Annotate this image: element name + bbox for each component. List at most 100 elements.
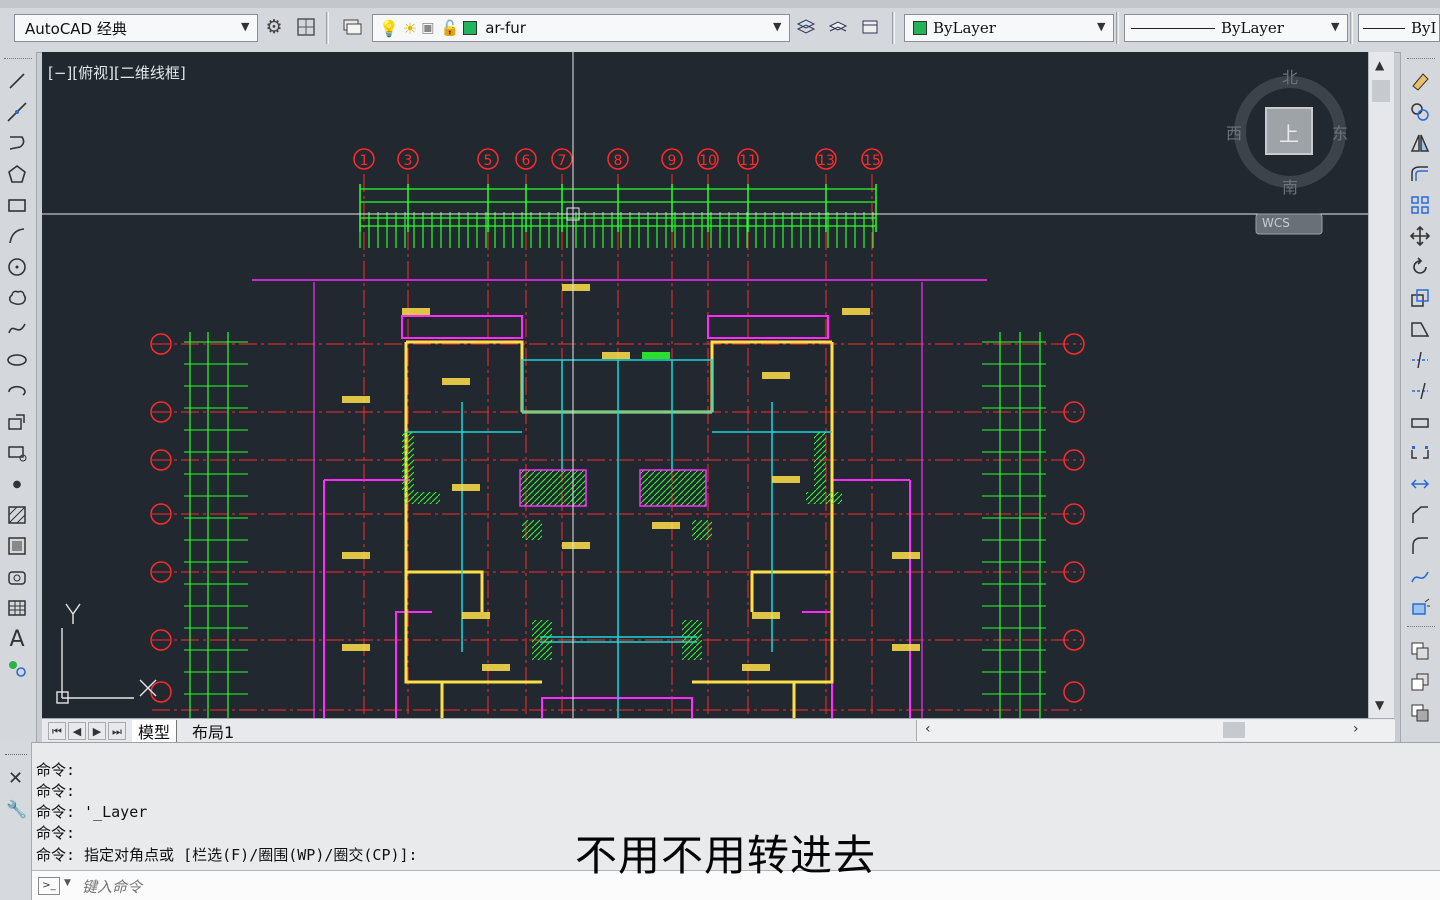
eraser-icon [1412, 73, 1429, 91]
viewcube-west[interactable]: 西 [1226, 120, 1242, 144]
lineweight-select[interactable]: ByI [1358, 14, 1440, 42]
region-button[interactable] [4, 564, 30, 590]
draw-order-button[interactable] [1407, 638, 1433, 664]
make-block-button[interactable] [4, 440, 30, 466]
tab-navigation: ⏮ ◀ ▶ ⏭ [48, 722, 128, 740]
axis-bubble-label: 5 [484, 153, 493, 169]
blend-curves-button[interactable] [1407, 564, 1433, 590]
rectangle-button[interactable] [4, 192, 30, 218]
add-selected-button[interactable] [4, 655, 30, 681]
scrollbar-thumb[interactable] [1372, 80, 1390, 102]
color-select[interactable]: ByLayer ▼ [904, 14, 1114, 42]
viewcube-top-face[interactable]: 上 [1279, 118, 1299, 147]
mirror-button[interactable] [1407, 130, 1433, 156]
layer-select[interactable]: 💡 ☀ ▣ 🔓 ar-fur ▼ [372, 14, 790, 42]
axis-bubble-label: 1 [360, 153, 369, 169]
make-current-button[interactable] [794, 15, 818, 39]
ellipse-button[interactable] [4, 347, 30, 373]
gradient-icon [8, 537, 26, 555]
tab-model[interactable]: 模型 [132, 720, 178, 742]
circle-button[interactable] [4, 254, 30, 280]
linetype-select[interactable]: ByLayer ▼ [1124, 14, 1348, 42]
send-to-back-button[interactable] [1407, 700, 1433, 726]
scroll-down-icon[interactable]: ▼ [1375, 698, 1384, 712]
scroll-left-icon[interactable]: ‹ [925, 721, 931, 737]
arc-icon [9, 228, 25, 244]
scroll-up-icon[interactable]: ▲ [1375, 58, 1384, 72]
ucs-icon [56, 603, 157, 704]
break-icon [1411, 446, 1429, 459]
construction-line-button[interactable] [4, 99, 30, 125]
arc-button[interactable] [4, 223, 30, 249]
copy-button[interactable] [1407, 99, 1433, 125]
first-tab-icon[interactable]: ⏮ [48, 722, 66, 740]
customize-button[interactable] [294, 15, 318, 39]
layer-state-button[interactable] [858, 15, 882, 39]
chevron-down-icon[interactable]: ▼ [64, 878, 71, 888]
insert-block-button[interactable] [4, 409, 30, 435]
circle-icon [8, 258, 26, 276]
viewcube-north[interactable]: 北 [1282, 64, 1298, 88]
mirror-icon [1410, 134, 1430, 152]
workspace-settings-button[interactable]: ⚙ [262, 15, 286, 39]
close-icon[interactable]: ✕ [8, 768, 23, 789]
toolbar-grip [5, 754, 27, 758]
line-button[interactable] [4, 68, 30, 94]
drawing-canvas[interactable]: 1 3 5 6 7 8 9 10 11 13 15 北 南 东 西 上 WCS [42, 52, 1368, 718]
layer-manager-button[interactable] [340, 15, 364, 39]
join-button[interactable] [1407, 471, 1433, 497]
extend-button[interactable] [1407, 378, 1433, 404]
toolbar-grip [1407, 626, 1435, 630]
revision-cloud-button[interactable] [4, 285, 30, 311]
wcs-menu[interactable]: WCS [1262, 216, 1290, 230]
viewport-controls-label[interactable]: [−][俯视][二维线框] [48, 62, 186, 83]
table-button[interactable] [4, 595, 30, 621]
chamfer-button[interactable] [1407, 502, 1433, 528]
multiline-text-button[interactable]: A [4, 626, 30, 652]
command-prompt-icon[interactable]: >_ [38, 877, 60, 895]
axis-lines [152, 343, 1082, 711]
ellipse-arc-button[interactable] [4, 378, 30, 404]
break-at-point-button[interactable] [1407, 409, 1433, 435]
gradient-button[interactable] [4, 533, 30, 559]
next-tab-icon[interactable]: ▶ [88, 722, 106, 740]
erase-button[interactable] [1407, 68, 1433, 94]
fillet-button[interactable] [1407, 533, 1433, 559]
break-button[interactable] [1407, 440, 1433, 466]
annotation-mark [642, 352, 670, 359]
layer-previous-button[interactable] [826, 15, 850, 39]
point-button[interactable]: ● [4, 471, 30, 497]
offset-button[interactable] [1407, 161, 1433, 187]
lightbulb-icon: 💡 [379, 18, 399, 38]
annotation-mark [892, 552, 920, 559]
previous-tab-icon[interactable]: ◀ [68, 722, 86, 740]
stretch-button[interactable] [1407, 316, 1433, 342]
horizontal-scrollbar[interactable]: ‹ › [916, 720, 1395, 741]
scale-button[interactable] [1407, 285, 1433, 311]
rotate-button[interactable] [1407, 254, 1433, 280]
workspace-select[interactable]: AutoCAD 经典 ▼ [14, 14, 258, 42]
scroll-right-icon[interactable]: › [1353, 721, 1359, 737]
viewcube-south[interactable]: 南 [1282, 174, 1298, 198]
tab-layout1[interactable]: 布局1 [186, 720, 240, 742]
gear-icon: ⚙ [265, 16, 283, 38]
viewcube[interactable]: 北 南 东 西 上 WCS [1226, 68, 1358, 240]
spline-button[interactable] [4, 316, 30, 342]
annotation-mark [742, 664, 770, 671]
trim-icon [1412, 351, 1428, 369]
hscroll-thumb[interactable] [1223, 722, 1245, 738]
move-button[interactable] [1407, 223, 1433, 249]
axis-bubble-label: 3 [404, 153, 413, 169]
explode-button[interactable] [1407, 595, 1433, 621]
trim-button[interactable] [1407, 347, 1433, 373]
polygon-button[interactable] [4, 161, 30, 187]
vertical-scrollbar[interactable]: ▲ ▼ [1368, 52, 1394, 718]
wrench-icon[interactable]: 🔧 [6, 800, 27, 820]
viewcube-east[interactable]: 东 [1332, 120, 1348, 144]
hatch-button[interactable] [4, 502, 30, 528]
bring-to-front-button[interactable] [1407, 669, 1433, 695]
array-button[interactable] [1407, 192, 1433, 218]
polyline-button[interactable] [4, 130, 30, 156]
last-tab-icon[interactable]: ⏭ [108, 722, 126, 740]
lock-icon: 🔓 [440, 19, 460, 37]
